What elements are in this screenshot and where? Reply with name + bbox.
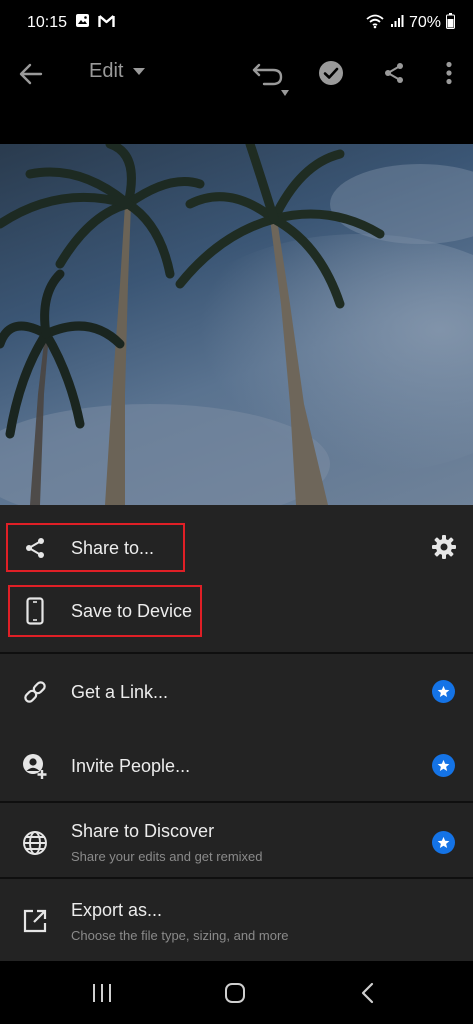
- home-button[interactable]: [215, 979, 255, 1007]
- status-bar: 10:15 70%: [0, 0, 473, 46]
- chevron-left-icon: [361, 982, 374, 1004]
- system-back-button[interactable]: [348, 979, 388, 1007]
- home-icon: [225, 983, 245, 1003]
- share-to-highlight-box: [6, 523, 185, 572]
- system-navigation-bar: [0, 961, 473, 1024]
- premium-star-icon: [432, 680, 455, 703]
- status-time: 10:15: [27, 14, 68, 31]
- battery-text: 70%: [408, 14, 441, 31]
- export-as-subtitle: Choose the file type, sizing, and more: [71, 928, 289, 943]
- share-icon: [385, 63, 403, 83]
- back-button[interactable]: [15, 58, 47, 90]
- recent-apps-icon: [93, 984, 111, 1002]
- more-options-button[interactable]: [435, 58, 463, 88]
- recent-apps-button[interactable]: [82, 979, 122, 1007]
- premium-star-icon: [432, 754, 455, 777]
- photo-preview: [0, 144, 473, 505]
- invite-people-option[interactable]: Invite People...: [0, 742, 473, 790]
- palm-trees-image: [0, 144, 473, 505]
- divider: [0, 877, 473, 879]
- signal-icon: [390, 14, 404, 33]
- export-as-label: Export as...: [71, 900, 163, 920]
- divider: [0, 652, 473, 654]
- settings-button[interactable]: [430, 533, 458, 561]
- share-button[interactable]: [379, 58, 409, 88]
- wifi-icon: [365, 13, 385, 34]
- premium-star-icon: [432, 831, 455, 854]
- add-person-icon: [20, 751, 50, 781]
- link-icon: [20, 677, 50, 707]
- get-link-option[interactable]: Get a Link...: [0, 668, 473, 716]
- gmail-notification-icon: [98, 14, 115, 33]
- undo-icon: [252, 63, 289, 96]
- share-to-discover-label: Share to Discover: [71, 821, 215, 841]
- more-vertical-icon: [446, 61, 452, 85]
- get-link-label: Get a Link...: [71, 682, 169, 702]
- arrow-left-icon: [19, 63, 43, 85]
- undo-button[interactable]: [250, 54, 292, 98]
- divider: [0, 801, 473, 803]
- done-button[interactable]: [316, 58, 346, 88]
- battery-icon: [446, 12, 455, 34]
- top-toolbar: Edit: [0, 46, 473, 102]
- share-to-discover-subtitle: Share your edits and get remixed: [71, 849, 263, 864]
- gear-icon: [432, 535, 456, 559]
- gallery-notification-icon: [75, 13, 90, 33]
- share-sheet: Share to... Save to Device Get a Link...…: [0, 505, 473, 961]
- checkmark-circle-icon: [319, 61, 343, 85]
- share-to-discover-option[interactable]: Share to Discover Share your edits and g…: [0, 817, 473, 869]
- edit-mode-dropdown[interactable]: Edit: [89, 60, 146, 83]
- save-to-device-highlight-box: [8, 585, 202, 637]
- export-icon: [20, 906, 50, 936]
- chevron-down-icon: [133, 67, 146, 75]
- globe-icon: [20, 828, 50, 858]
- edit-mode-label: Edit: [89, 60, 124, 82]
- invite-people-label: Invite People...: [71, 756, 191, 776]
- export-as-option[interactable]: Export as... Choose the file type, sizin…: [0, 895, 473, 947]
